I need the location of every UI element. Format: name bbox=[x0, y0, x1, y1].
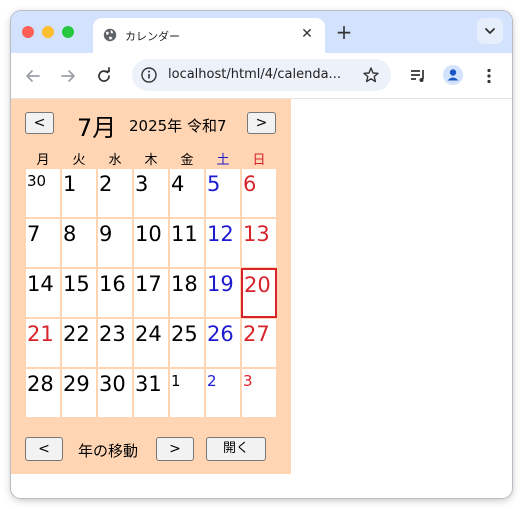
day-cell[interactable]: 24 bbox=[133, 318, 169, 368]
day-cell[interactable]: 30 bbox=[97, 368, 133, 418]
calendar-panel: < 7月 2025年 令和7 > 月 火 水 木 金 土 日 30 1 2 3 … bbox=[11, 99, 291, 474]
day-cell[interactable]: 16 bbox=[97, 268, 133, 318]
next-month-button[interactable]: > bbox=[247, 112, 276, 134]
day-cell[interactable]: 25 bbox=[169, 318, 205, 368]
browser-toolbar: localhost/html/4/calenda... bbox=[11, 53, 512, 99]
day-cell[interactable]: 7 bbox=[25, 218, 61, 268]
weekday-sat: 土 bbox=[216, 153, 230, 168]
day-cell[interactable]: 13 bbox=[241, 218, 277, 268]
day-cell[interactable]: 3 bbox=[241, 368, 277, 418]
tab-search-button[interactable] bbox=[477, 18, 503, 44]
person-icon bbox=[447, 69, 459, 81]
holiday-cell[interactable]: 21 bbox=[25, 318, 61, 368]
day-cell[interactable]: 12 bbox=[205, 218, 241, 268]
page-content: < 7月 2025年 令和7 > 月 火 水 木 金 土 日 30 1 2 3 … bbox=[11, 99, 512, 498]
tab-calendar[interactable]: カレンダー ✕ bbox=[93, 18, 325, 53]
day-cell[interactable]: 30 bbox=[25, 168, 61, 218]
browser-window: カレンダー ✕ + localhost/html/4/calenda... < … bbox=[11, 11, 512, 498]
weekday-sun: 日 bbox=[252, 153, 266, 168]
day-cell[interactable]: 23 bbox=[97, 318, 133, 368]
day-cell[interactable]: 3 bbox=[133, 168, 169, 218]
back-arrow-icon[interactable] bbox=[23, 66, 43, 86]
day-cell[interactable]: 11 bbox=[169, 218, 205, 268]
year-title: 2025年 令和7 bbox=[129, 117, 227, 135]
today-cell[interactable]: 20 bbox=[241, 268, 277, 318]
day-cell[interactable]: 2 bbox=[97, 168, 133, 218]
kebab-menu-icon[interactable] bbox=[479, 66, 499, 86]
day-cell[interactable]: 17 bbox=[133, 268, 169, 318]
chevron-down-icon bbox=[485, 28, 495, 34]
reload-icon[interactable] bbox=[94, 66, 114, 86]
window-minimize-button[interactable] bbox=[42, 26, 54, 38]
open-button[interactable]: 開く bbox=[206, 437, 266, 461]
day-cell[interactable]: 14 bbox=[25, 268, 61, 318]
globe-icon bbox=[103, 28, 117, 42]
tab-strip: カレンダー ✕ + bbox=[11, 11, 512, 53]
day-cell[interactable]: 4 bbox=[169, 168, 205, 218]
media-playlist-icon[interactable] bbox=[408, 66, 428, 86]
site-info-icon[interactable] bbox=[140, 66, 158, 84]
url-text: localhost/html/4/calenda... bbox=[168, 67, 341, 82]
tab-title: カレンダー bbox=[125, 30, 180, 43]
window-maximize-button[interactable] bbox=[62, 26, 74, 38]
day-cell[interactable]: 27 bbox=[241, 318, 277, 368]
weekday-thu: 木 bbox=[144, 153, 158, 168]
day-cell[interactable]: 10 bbox=[133, 218, 169, 268]
forward-arrow-icon[interactable] bbox=[58, 66, 78, 86]
address-bar[interactable]: localhost/html/4/calenda... bbox=[132, 59, 391, 91]
prev-month-button[interactable]: < bbox=[25, 112, 54, 134]
day-cell[interactable]: 29 bbox=[61, 368, 97, 418]
day-cell[interactable]: 31 bbox=[133, 368, 169, 418]
day-cell[interactable]: 18 bbox=[169, 268, 205, 318]
day-cell[interactable]: 15 bbox=[61, 268, 97, 318]
day-cell[interactable]: 1 bbox=[169, 368, 205, 418]
day-cell[interactable]: 26 bbox=[205, 318, 241, 368]
calendar-grid: 30 1 2 3 4 5 6 7 8 9 10 11 12 13 14 15 1… bbox=[25, 168, 277, 418]
year-nav-label: 年の移動 bbox=[78, 442, 139, 460]
day-cell[interactable]: 22 bbox=[61, 318, 97, 368]
day-cell[interactable]: 8 bbox=[61, 218, 97, 268]
day-cell[interactable]: 5 bbox=[205, 168, 241, 218]
window-close-button[interactable] bbox=[22, 26, 34, 38]
new-tab-button[interactable]: + bbox=[333, 21, 355, 43]
day-cell[interactable]: 2 bbox=[205, 368, 241, 418]
tab-close-icon[interactable]: ✕ bbox=[297, 24, 317, 44]
day-cell[interactable]: 9 bbox=[97, 218, 133, 268]
day-cell[interactable]: 1 bbox=[61, 168, 97, 218]
day-cell[interactable]: 6 bbox=[241, 168, 277, 218]
profile-avatar[interactable] bbox=[443, 65, 463, 85]
weekday-fri: 金 bbox=[180, 153, 194, 168]
day-cell[interactable]: 19 bbox=[205, 268, 241, 318]
day-cell[interactable]: 28 bbox=[25, 368, 61, 418]
month-title: 7月 bbox=[77, 114, 117, 142]
prev-year-button[interactable]: < bbox=[25, 437, 63, 461]
weekday-wed: 水 bbox=[108, 153, 122, 168]
bookmark-star-icon[interactable] bbox=[362, 66, 380, 84]
weekday-tue: 火 bbox=[72, 153, 86, 168]
next-year-button[interactable]: > bbox=[156, 437, 194, 461]
weekday-mon: 月 bbox=[36, 153, 50, 168]
